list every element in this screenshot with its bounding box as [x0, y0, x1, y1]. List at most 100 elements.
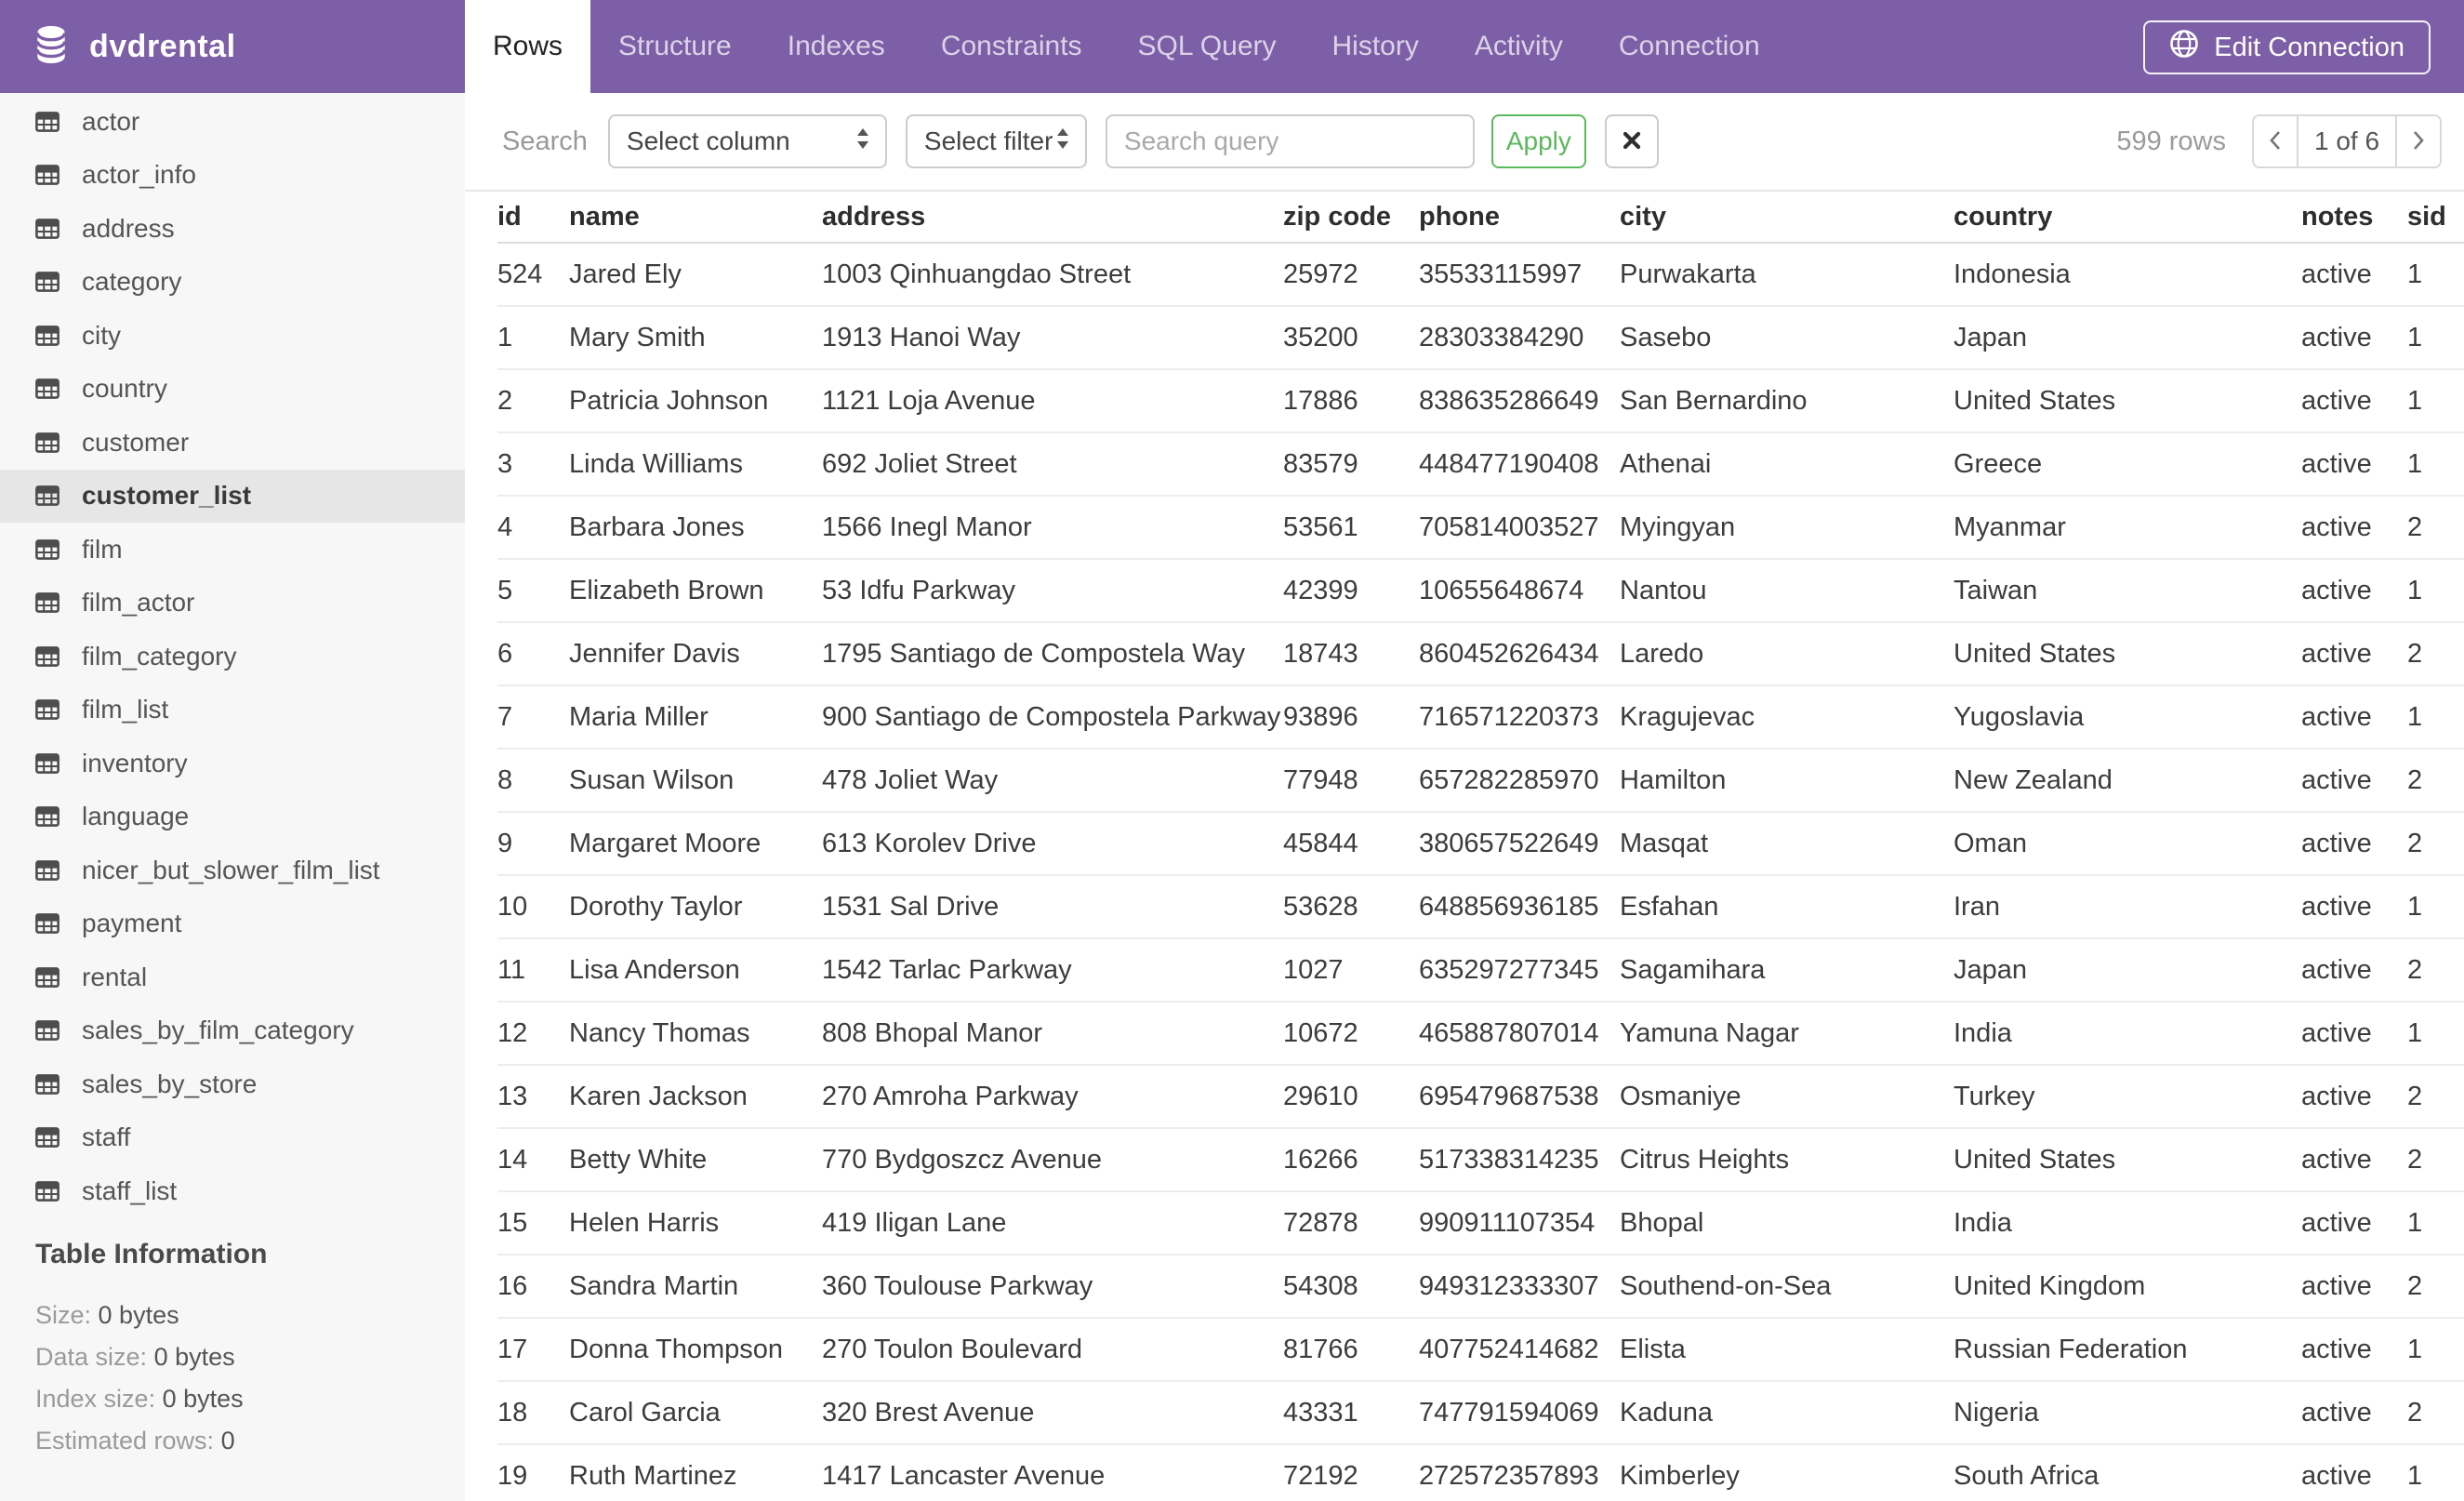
prev-page-button[interactable] — [2252, 114, 2297, 168]
cell-address: 53 Idfu Parkway — [822, 575, 1015, 605]
cell-zip: 42399 — [1283, 575, 1358, 605]
sidebar-item-actor_info[interactable]: actor_info — [0, 149, 465, 203]
cell-zip: 83579 — [1283, 448, 1358, 479]
cell-sid: 1 — [2407, 385, 2423, 416]
column-header-name[interactable]: name — [569, 202, 822, 232]
sidebar-item-label: city — [82, 320, 121, 350]
table-row[interactable]: 8 Susan Wilson 478 Joliet Way 77948 65728228… — [497, 750, 2464, 813]
column-select[interactable]: Select column — [607, 114, 887, 168]
sidebar-item-city[interactable]: city — [0, 309, 465, 363]
table-row[interactable]: 6 Jennifer Davis 1795 Santiago de Composte… — [497, 623, 2464, 686]
sidebar-item-country[interactable]: country — [0, 363, 465, 417]
tab-rows[interactable]: Rows — [465, 0, 591, 93]
cell-notes: active — [2301, 701, 2372, 732]
table-row[interactable]: 11 Lisa Anderson 1542 Tarlac Parkway 1027 63… — [497, 939, 2464, 1003]
table-row[interactable]: 17 Donna Thompson 270 Toulon Boulevard 8176… — [497, 1319, 2464, 1382]
table-grid-icon — [35, 538, 60, 560]
tab-structure[interactable]: Structure — [590, 0, 760, 93]
tab-history[interactable]: History — [1305, 0, 1447, 93]
sidebar-item-payment[interactable]: payment — [0, 897, 465, 951]
column-header-address[interactable]: address — [822, 202, 1283, 232]
cell-sid: 1 — [2407, 259, 2423, 289]
cell-zip: 1027 — [1283, 954, 1344, 985]
table-row[interactable]: 1 Mary Smith 1913 Hanoi Way 35200 2830338429… — [497, 307, 2464, 370]
column-header-country[interactable]: country — [1954, 202, 2301, 232]
sidebar-item-address[interactable]: address — [0, 202, 465, 256]
cell-city: Sasebo — [1620, 322, 1712, 352]
sidebar-item-sales_by_store[interactable]: sales_by_store — [0, 1057, 465, 1111]
sidebar-item-film[interactable]: film — [0, 523, 465, 577]
column-header-id[interactable]: id — [497, 202, 569, 232]
sidebar-item-nicer_but_slower_film_list[interactable]: nicer_but_slower_film_list — [0, 843, 465, 897]
sidebar-item-film_list[interactable]: film_list — [0, 684, 465, 737]
apply-button[interactable]: Apply — [1490, 114, 1586, 168]
cell-phone: 272572357893 — [1419, 1460, 1599, 1491]
column-header-sid[interactable]: sid — [2407, 202, 2464, 232]
tab-constraints[interactable]: Constraints — [913, 0, 1110, 93]
cell-zip: 53628 — [1283, 891, 1358, 922]
edit-connection-button[interactable]: Edit Connection — [2143, 20, 2431, 74]
table-row[interactable]: 15 Helen Harris 419 Iligan Lane 72878 990911… — [497, 1192, 2464, 1255]
sidebar-item-actor[interactable]: actor — [0, 95, 465, 149]
sidebar-item-sales_by_film_category[interactable]: sales_by_film_category — [0, 1004, 465, 1058]
cell-country: India — [1954, 1017, 2012, 1048]
table-row[interactable]: 9 Margaret Moore 613 Korolev Drive 45844 380… — [497, 813, 2464, 876]
search-query-input[interactable] — [1105, 114, 1475, 168]
tab-sql-query[interactable]: SQL Query — [1110, 0, 1305, 93]
sidebar-item-label: staff — [82, 1122, 131, 1152]
table-information-line: Data size: 0 bytes — [35, 1336, 465, 1378]
table-row[interactable]: 524 Jared Ely 1003 Qinhuangdao Street 25972… — [497, 244, 2464, 307]
cell-country: South Africa — [1954, 1460, 2100, 1491]
sidebar-item-language[interactable]: language — [0, 790, 465, 844]
cell-id: 524 — [497, 259, 543, 289]
cell-notes: active — [2301, 764, 2372, 795]
table-row[interactable]: 18 Carol Garcia 320 Brest Avenue 43331 74779… — [497, 1382, 2464, 1445]
filter-select[interactable]: Select filter — [905, 114, 1087, 168]
table-row[interactable]: 3 Linda Williams 692 Joliet Street 83579 448… — [497, 433, 2464, 497]
cell-name: Barbara Jones — [569, 511, 745, 542]
sidebar-item-film_category[interactable]: film_category — [0, 630, 465, 684]
cell-notes: active — [2301, 638, 2372, 669]
tab-indexes[interactable]: Indexes — [760, 0, 913, 93]
sidebar-item-customer[interactable]: customer — [0, 416, 465, 470]
sidebar-item-rental[interactable]: rental — [0, 950, 465, 1004]
sidebar-item-customer_list[interactable]: customer_list — [0, 469, 465, 523]
search-label: Search — [502, 126, 588, 156]
tab-activity[interactable]: Activity — [1447, 0, 1591, 93]
info-value: 0 bytes — [98, 1300, 179, 1329]
tab-connection[interactable]: Connection — [1591, 0, 1788, 93]
cell-zip: 29610 — [1283, 1081, 1358, 1111]
column-header-phone[interactable]: phone — [1419, 202, 1620, 232]
cell-zip: 45844 — [1283, 828, 1358, 858]
table-row[interactable]: 12 Nancy Thomas 808 Bhopal Manor 10672 46588… — [497, 1003, 2464, 1066]
cell-country: United States — [1954, 1144, 2116, 1175]
sidebar-item-inventory[interactable]: inventory — [0, 737, 465, 790]
column-header-city[interactable]: city — [1620, 202, 1954, 232]
sidebar-item-staff[interactable]: staff — [0, 1111, 465, 1165]
column-header-notes[interactable]: notes — [2301, 202, 2407, 232]
table-grid-icon — [35, 272, 60, 293]
table-row[interactable]: 10 Dorothy Taylor 1531 Sal Drive 53628 64885… — [497, 876, 2464, 939]
table-row[interactable]: 7 Maria Miller 900 Santiago de Compostela … — [497, 686, 2464, 750]
clear-search-button[interactable] — [1604, 114, 1659, 168]
sidebar-item-category[interactable]: category — [0, 256, 465, 310]
next-page-button[interactable] — [2397, 114, 2442, 168]
table-row[interactable]: 14 Betty White 770 Bydgoszcz Avenue 16266 51… — [497, 1129, 2464, 1192]
table-row[interactable]: 2 Patricia Johnson 1121 Loja Avenue 17886 83… — [497, 370, 2464, 433]
table-row[interactable]: 4 Barbara Jones 1566 Inegl Manor 53561 70581… — [497, 497, 2464, 560]
table-grid-icon — [35, 1073, 60, 1095]
table-row[interactable]: 13 Karen Jackson 270 Amroha Parkway 29610 69… — [497, 1066, 2464, 1129]
cell-address: 770 Bydgoszcz Avenue — [822, 1144, 1102, 1175]
sidebar-item-film_actor[interactable]: film_actor — [0, 577, 465, 631]
cell-id: 16 — [497, 1270, 528, 1301]
globe-icon — [2169, 29, 2199, 66]
cell-notes: active — [2301, 891, 2372, 922]
table-row[interactable]: 16 Sandra Martin 360 Toulouse Parkway 54308… — [497, 1255, 2464, 1319]
table-row[interactable]: 5 Elizabeth Brown 53 Idfu Parkway 42399 1065… — [497, 560, 2464, 623]
cell-notes: active — [2301, 828, 2372, 858]
cell-country: Iran — [1954, 891, 2000, 922]
cell-id: 3 — [497, 448, 513, 479]
sidebar-item-staff_list[interactable]: staff_list — [0, 1164, 465, 1218]
table-row[interactable]: 19 Ruth Martinez 1417 Lancaster Avenue 7219… — [497, 1445, 2464, 1501]
column-header-zip[interactable]: zip code — [1283, 202, 1419, 232]
